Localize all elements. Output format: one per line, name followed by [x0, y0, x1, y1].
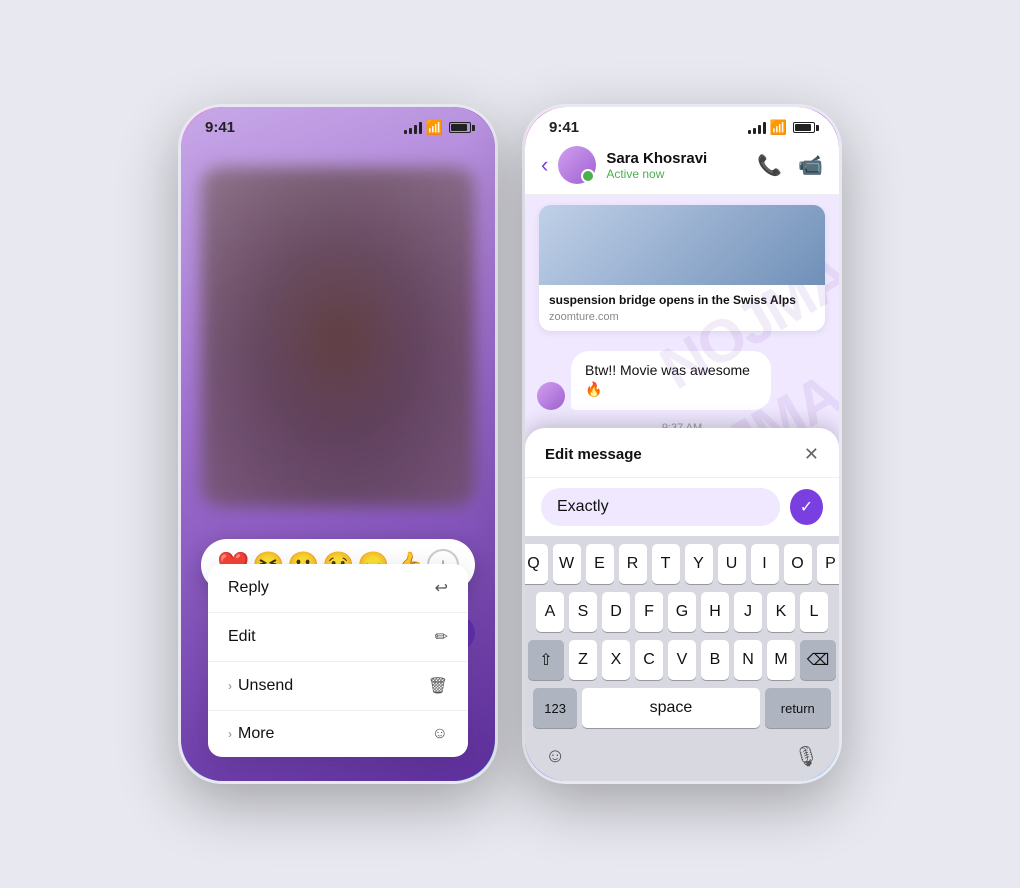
- battery-icon-right: [793, 122, 815, 133]
- status-icons-right: 📶: [748, 119, 815, 136]
- send-checkmark-icon: ✓: [800, 497, 813, 517]
- left-phone: 9:41 📶 ❤️ 😆 😮: [178, 104, 498, 784]
- key-E[interactable]: E: [586, 544, 614, 584]
- key-N[interactable]: N: [734, 640, 762, 680]
- key-P[interactable]: P: [817, 544, 840, 584]
- contact-status: Active now: [606, 167, 747, 181]
- edit-message-modal: Edit message ✕ ✓ Q W E R: [525, 428, 839, 781]
- edit-send-button[interactable]: ✓: [790, 489, 823, 525]
- emoji-keyboard-icon[interactable]: ☺: [545, 745, 565, 768]
- context-menu-unsend[interactable]: › Unsend 🗑: [208, 662, 468, 711]
- reply-label: Reply: [228, 579, 269, 597]
- key-K[interactable]: K: [767, 592, 795, 632]
- signal-icon: [404, 122, 422, 134]
- header-actions: 📞 📹: [757, 153, 823, 178]
- time-left: 9:41: [205, 119, 235, 136]
- status-icons-left: 📶: [404, 119, 471, 136]
- key-M[interactable]: M: [767, 640, 795, 680]
- key-Q[interactable]: Q: [525, 544, 548, 584]
- edit-message-input[interactable]: [541, 488, 780, 526]
- keyboard-row-2: A S D F G H J K L: [529, 592, 835, 632]
- more-icon: ☺: [432, 725, 448, 743]
- return-key[interactable]: return: [765, 688, 831, 728]
- unsend-arrow: ›: [228, 679, 232, 693]
- key-X[interactable]: X: [602, 640, 630, 680]
- link-card-content: suspension bridge opens in the Swiss Alp…: [539, 285, 825, 331]
- video-icon[interactable]: 📹: [798, 153, 823, 178]
- key-Y[interactable]: Y: [685, 544, 713, 584]
- contact-name: Sara Khosravi: [606, 150, 747, 167]
- blurred-background: [201, 167, 475, 507]
- signal-icon-right: [748, 122, 766, 134]
- key-O[interactable]: O: [784, 544, 812, 584]
- context-menu-edit[interactable]: Edit ✏: [208, 613, 468, 662]
- status-bar-right: 9:41 📶: [525, 107, 839, 136]
- key-L[interactable]: L: [800, 592, 828, 632]
- context-menu-more[interactable]: › More ☺: [208, 711, 468, 757]
- keyboard-bottom-bar: ☺ 🎙: [529, 736, 835, 777]
- link-card-domain: zoomture.com: [549, 311, 815, 323]
- status-bar-left: 9:41 📶: [181, 107, 495, 136]
- keyboard[interactable]: Q W E R T Y U I O P A S: [525, 536, 839, 781]
- keyboard-bottom-row: 123 space return: [529, 688, 835, 728]
- key-C[interactable]: C: [635, 640, 663, 680]
- keyboard-row-1: Q W E R T Y U I O P: [529, 544, 835, 584]
- unsend-label: Unsend: [238, 677, 293, 695]
- right-phone: NOJMA NOJMA NOJMA 9:41 📶: [522, 104, 842, 784]
- phone-icon[interactable]: 📞: [757, 153, 782, 178]
- edit-icon: ✏: [435, 627, 448, 647]
- num-key[interactable]: 123: [533, 688, 577, 728]
- key-I[interactable]: I: [751, 544, 779, 584]
- key-A[interactable]: A: [536, 592, 564, 632]
- contact-info: Sara Khosravi Active now: [606, 150, 747, 181]
- mic-keyboard-icon[interactable]: 🎙: [794, 744, 819, 769]
- key-J[interactable]: J: [734, 592, 762, 632]
- more-arrow: ›: [228, 727, 232, 741]
- key-G[interactable]: G: [668, 592, 696, 632]
- message-bubble-1: Btw!! Movie was awesome 🔥: [571, 351, 771, 410]
- edit-modal-header: Edit message ✕: [525, 428, 839, 478]
- unsend-icon: 🗑: [428, 676, 448, 696]
- space-key[interactable]: space: [582, 688, 759, 728]
- key-D[interactable]: D: [602, 592, 630, 632]
- key-H[interactable]: H: [701, 592, 729, 632]
- message-row-1: Btw!! Movie was awesome 🔥: [537, 351, 827, 410]
- more-label: More: [238, 725, 274, 743]
- edit-label: Edit: [228, 628, 256, 646]
- key-S[interactable]: S: [569, 592, 597, 632]
- edit-input-row: ✓: [525, 478, 839, 536]
- link-card-image: [539, 205, 825, 285]
- battery-icon: [449, 122, 471, 133]
- context-menu: Reply ↩ Edit ✏ › Unsend 🗑 ›: [208, 564, 468, 757]
- link-preview-card[interactable]: suspension bridge opens in the Swiss Alp…: [539, 205, 825, 331]
- contact-avatar: [558, 146, 596, 184]
- key-F[interactable]: F: [635, 592, 663, 632]
- back-button[interactable]: ‹: [541, 152, 548, 178]
- time-right: 9:41: [549, 119, 579, 136]
- key-V[interactable]: V: [668, 640, 696, 680]
- reply-icon: ↩: [435, 578, 448, 598]
- message-text-1: Btw!! Movie was awesome 🔥: [585, 362, 750, 398]
- key-W[interactable]: W: [553, 544, 581, 584]
- edit-modal-title: Edit message: [545, 446, 642, 463]
- wifi-icon: 📶: [426, 119, 443, 136]
- key-B[interactable]: B: [701, 640, 729, 680]
- backspace-key[interactable]: ⌫: [800, 640, 836, 680]
- message-avatar-1: [537, 382, 565, 410]
- context-menu-reply[interactable]: Reply ↩: [208, 564, 468, 613]
- key-Z[interactable]: Z: [569, 640, 597, 680]
- chat-header: ‹ Sara Khosravi Active now 📞 📹: [525, 136, 839, 195]
- link-card-title: suspension bridge opens in the Swiss Alp…: [549, 293, 815, 309]
- key-R[interactable]: R: [619, 544, 647, 584]
- wifi-icon-right: 📶: [770, 119, 787, 136]
- keyboard-row-3: ⇧ Z X C V B N M ⌫: [529, 640, 835, 680]
- key-T[interactable]: T: [652, 544, 680, 584]
- key-U[interactable]: U: [718, 544, 746, 584]
- shift-key[interactable]: ⇧: [528, 640, 564, 680]
- edit-modal-close-button[interactable]: ✕: [804, 444, 819, 465]
